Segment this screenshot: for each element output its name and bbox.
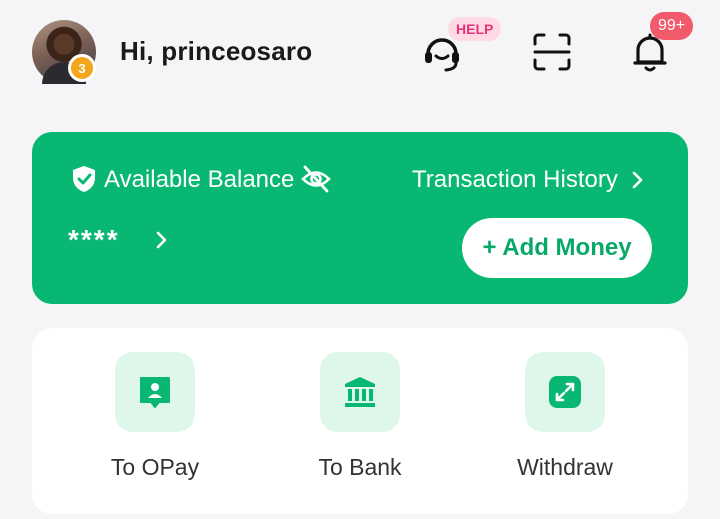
quick-actions-card: To OPay To Bank Withdraw xyxy=(32,328,688,514)
to-opay-tile[interactable] xyxy=(115,352,195,432)
available-balance-label: Available Balance xyxy=(104,166,295,193)
app-header: 3 Hi, princeosaro HELP 99+ xyxy=(0,0,720,110)
bank-icon xyxy=(345,377,375,407)
add-money-button[interactable]: + Add Money xyxy=(462,218,652,278)
withdraw-arrows-icon xyxy=(549,376,581,408)
action-withdraw[interactable]: Withdraw xyxy=(485,352,645,492)
hide-balance-eye-icon[interactable] xyxy=(300,164,332,194)
greeting-text: Hi, princeosaro xyxy=(120,36,313,66)
action-label: To OPay xyxy=(110,454,200,480)
action-label: To Bank xyxy=(318,454,402,480)
action-label: Withdraw xyxy=(517,454,613,480)
action-to-opay[interactable]: To OPay xyxy=(75,352,235,492)
scan-icon[interactable] xyxy=(530,30,574,74)
level-badge: 3 xyxy=(68,54,96,82)
person-card-icon xyxy=(140,377,170,408)
withdraw-tile[interactable] xyxy=(525,352,605,432)
help-badge: HELP xyxy=(448,17,502,41)
shield-check-icon xyxy=(73,166,95,192)
action-to-bank[interactable]: To Bank xyxy=(280,352,440,492)
transaction-history-link[interactable]: Transaction History xyxy=(412,166,618,194)
balance-card: Available Balance Transaction History **… xyxy=(32,132,688,304)
to-bank-tile[interactable] xyxy=(320,352,400,432)
balance-amount-masked: **** xyxy=(68,224,120,255)
notification-count-badge: 99+ xyxy=(650,12,694,40)
balance-details-chevron-icon[interactable] xyxy=(154,230,168,250)
chevron-right-icon[interactable] xyxy=(630,170,644,190)
